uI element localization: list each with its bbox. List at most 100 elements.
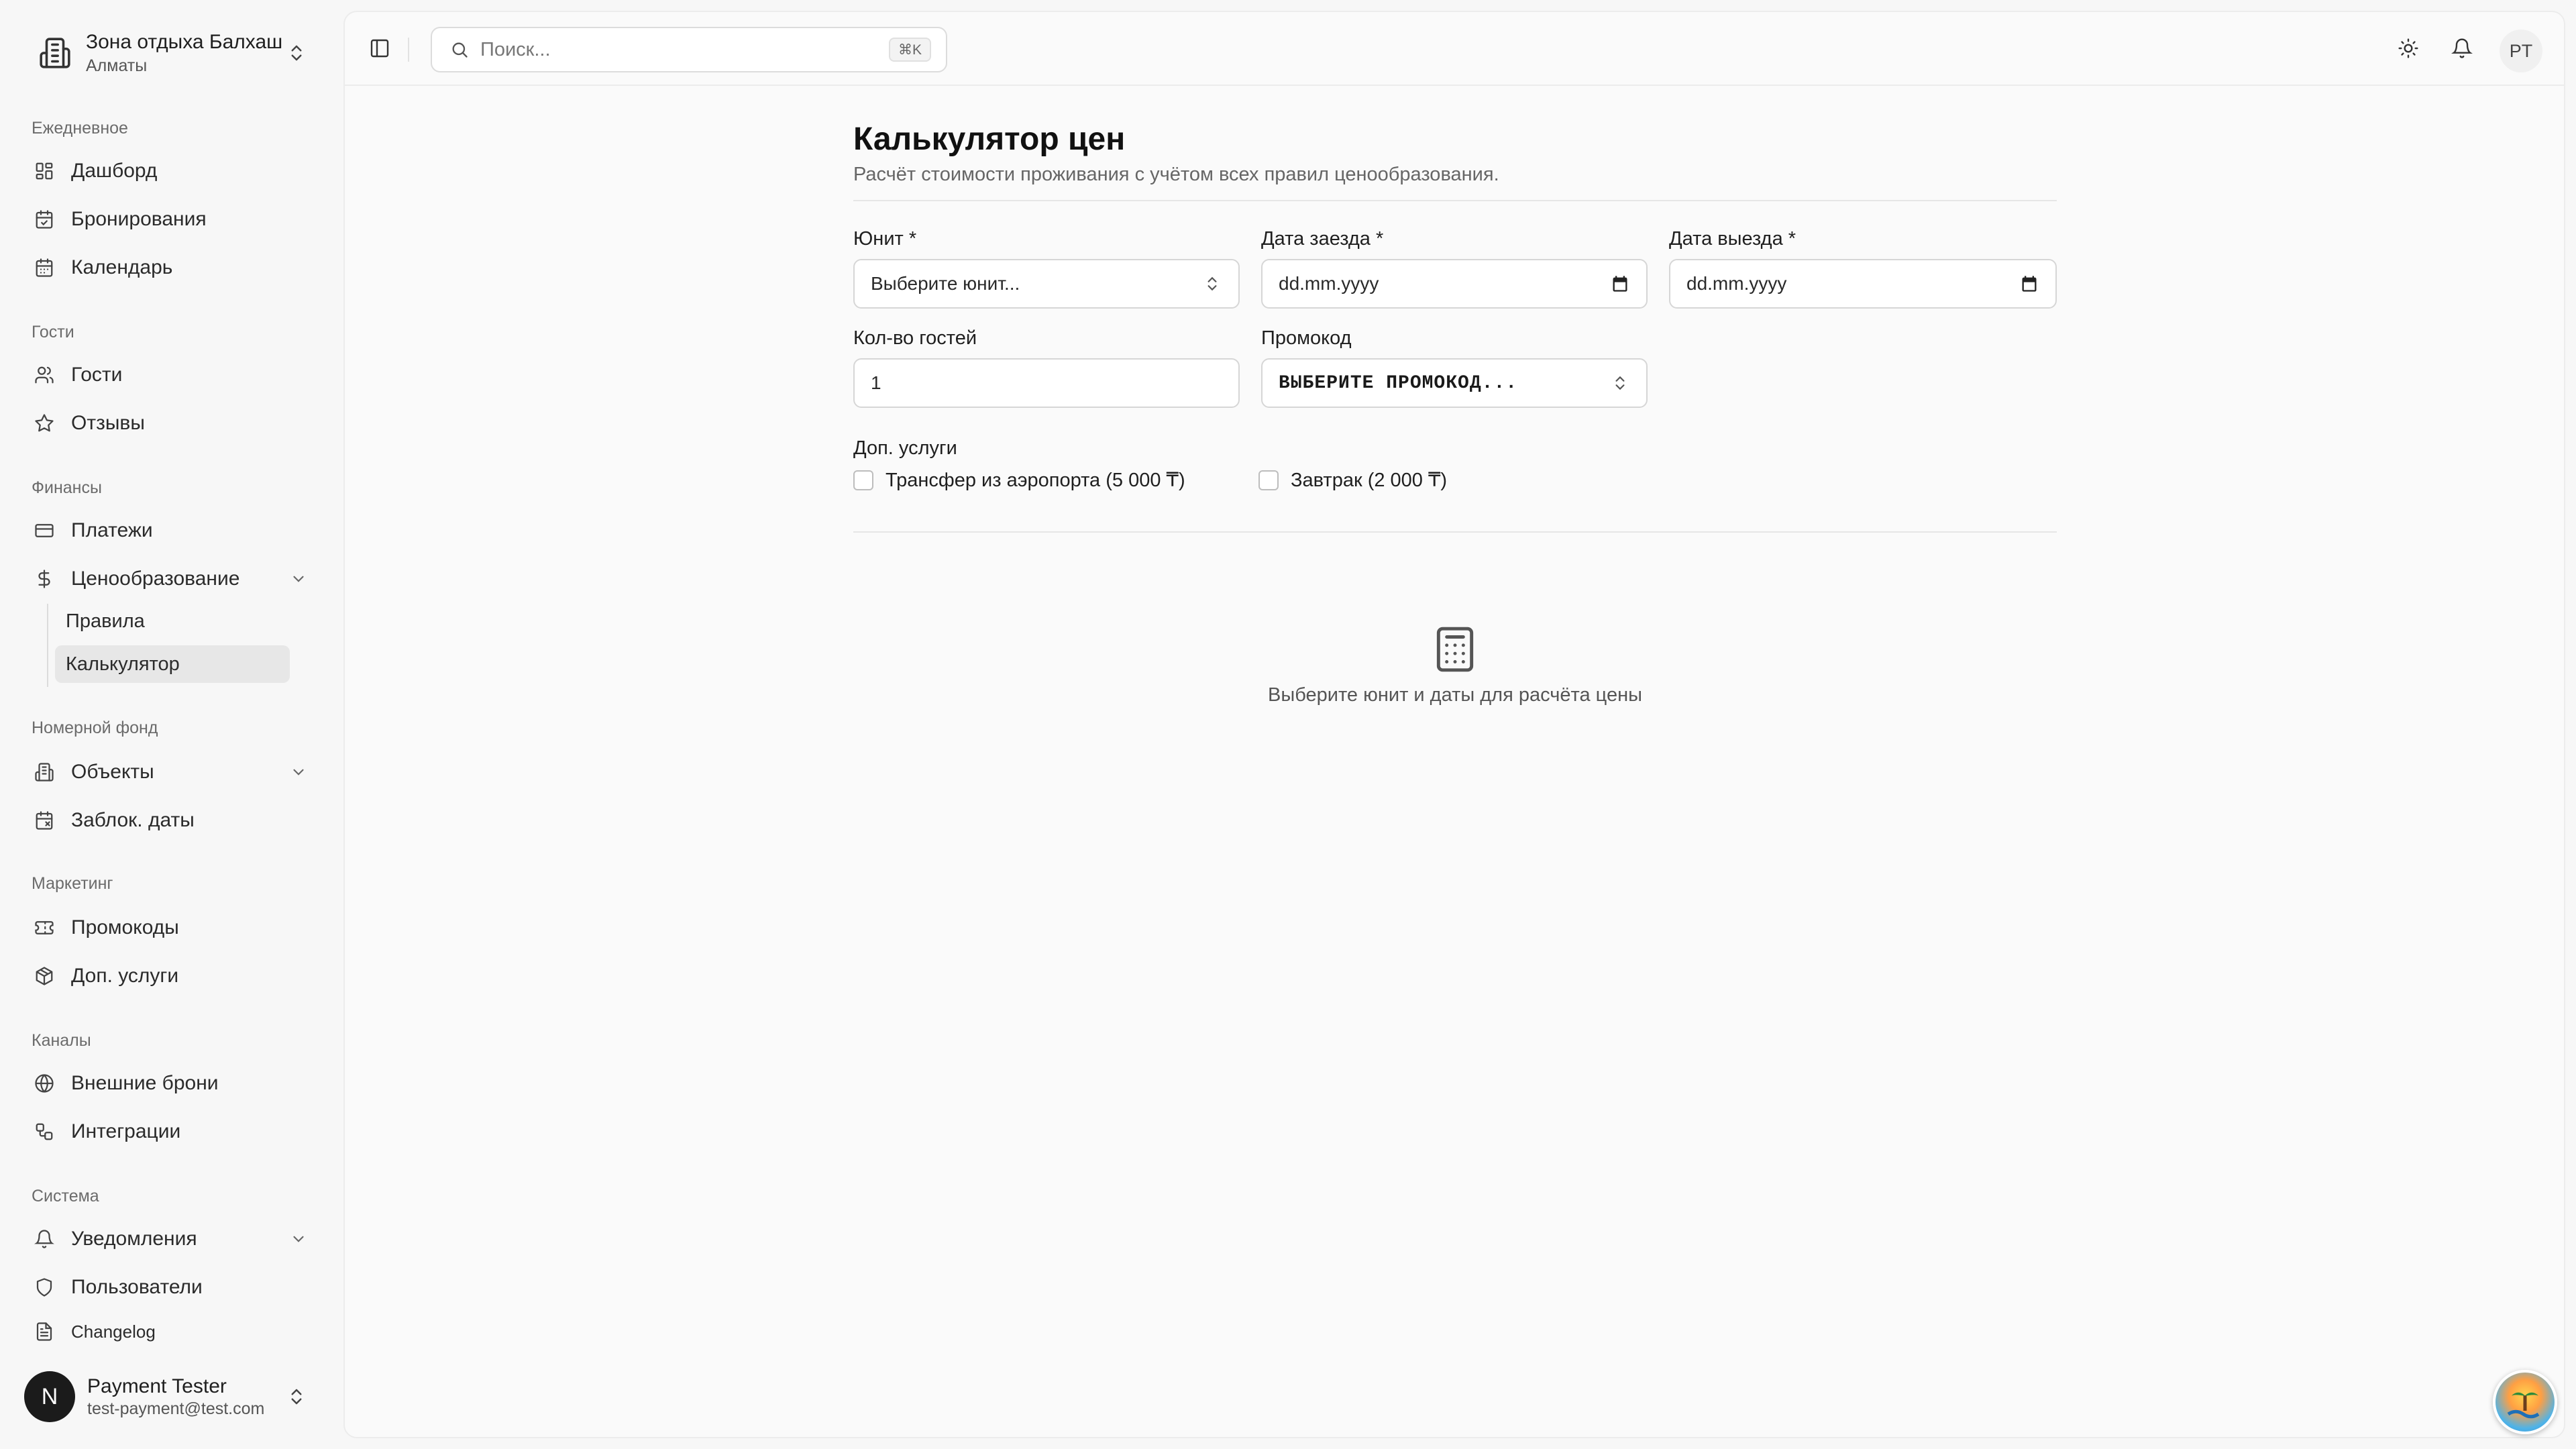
assistant-launcher-button[interactable] [2493,1370,2557,1434]
nav-item-promocodes[interactable]: Промокоды [24,907,319,949]
nav-item-label: Бронирования [71,208,207,230]
nav-section-finance: Финансы [32,478,102,497]
nav-item-changelog[interactable]: Changelog [24,1312,319,1351]
calendar-icon [32,256,56,280]
nav-item-reviews[interactable]: Отзывы [24,402,319,444]
nav-item-properties[interactable]: Объекты [24,751,319,793]
main-panel: ⌘K PT Калькулятор цен Расчёт стоимости п… [343,11,2565,1438]
org-switcher[interactable]: Зона отдыха Балхаш Алматы [24,24,319,82]
nav-section-rooms: Номерной фонд [32,718,158,737]
sun-icon [2398,38,2419,62]
page-description: Расчёт стоимости проживания с учётом все… [853,164,1499,185]
guests-count-input[interactable]: 1 [853,358,1240,408]
user-name: Payment Tester [87,1375,227,1397]
notifications-button[interactable] [2447,35,2477,64]
nav-section-system: Система [32,1187,99,1205]
page-title: Калькулятор цен [853,121,1126,157]
panel-left-icon [369,38,390,62]
nav-subitem-pricing-rules[interactable]: Правила [55,602,290,640]
calendar-icon[interactable] [1610,274,1630,294]
nav-item-blocked-dates[interactable]: Заблок. даты [24,800,319,841]
package-icon [32,964,56,988]
theme-toggle-button[interactable] [2394,35,2423,64]
topbar: ⌘K PT [345,12,2564,86]
nav-subitem-pricing-calculator[interactable]: Калькулятор [55,645,290,683]
extra-option-breakfast[interactable]: Завтрак (2 000 ₸) [1258,468,1447,492]
calendar-x-icon [32,808,56,833]
user-text: Payment Tester test-payment@test.com [87,1375,283,1419]
submenu-line [47,604,48,687]
extras-label: Доп. услуги [853,437,957,459]
chevron-down-icon [287,761,310,784]
checkin-date-value: dd.mm.yyyy [1279,273,1379,294]
search-shortcut-badge: ⌘K [888,38,931,62]
search-input[interactable] [480,38,889,61]
checkbox[interactable] [1258,470,1279,490]
topbar-divider [408,38,409,62]
divider [853,200,2057,201]
chevron-down-icon [287,1228,310,1250]
user-email: test-payment@test.com [87,1399,265,1418]
calendar-check-icon [32,207,56,231]
nav-item-external-bookings[interactable]: Внешние брони [24,1063,319,1104]
nav-item-label: Отзывы [71,412,145,434]
nav-item-extras[interactable]: Доп. услуги [24,955,319,997]
checkout-date-input[interactable]: dd.mm.yyyy [1669,259,2057,309]
unit-select[interactable]: Выберите юнит... [853,259,1240,309]
org-city: Алматы [86,56,148,75]
dashboard-icon [32,159,56,183]
org-text: Зона отдыха Балхаш Алматы [86,30,283,76]
empty-state: Выберите юнит и даты для расчёта цены [853,623,2057,706]
nav-item-label: Календарь [71,256,173,278]
nav-item-integrations[interactable]: Интеграции [24,1111,319,1152]
chevrons-up-down-icon [1610,373,1630,393]
nav-section-guests: Гости [32,323,74,341]
checkbox[interactable] [853,470,873,490]
checkin-date-input[interactable]: dd.mm.yyyy [1261,259,1648,309]
nav-section-channels: Каналы [32,1031,91,1050]
workflow-icon [32,1120,56,1144]
users-icon [32,363,56,387]
calendar-icon[interactable] [2019,274,2039,294]
sidebar: Зона отдыха Балхаш Алматы Ежедневное Даш… [0,0,343,1449]
nav-item-pricing[interactable]: Ценообразование [24,558,319,600]
nav-item-calendar[interactable]: Календарь [24,247,319,288]
nav-item-label: Дашборд [71,160,158,182]
nav-item-label: Доп. услуги [71,965,179,987]
checkout-date-value: dd.mm.yyyy [1686,273,1787,294]
unit-label: Юнит * [853,228,917,250]
divider [853,531,2057,533]
nav-item-guests[interactable]: Гости [24,354,319,396]
org-name: Зона отдыха Балхаш [86,31,283,53]
user-menu[interactable]: N Payment Tester test-payment@test.com [24,1368,319,1425]
unit-select-value: Выберите юнит... [871,273,1020,294]
checkout-label: Дата выезда * [1669,228,1796,250]
checkin-label: Дата заезда * [1261,228,1384,250]
nav-item-dashboard[interactable]: Дашборд [24,150,319,192]
sidebar-toggle-button[interactable] [366,36,393,63]
guests-label: Кол-во гостей [853,327,977,349]
credit-card-icon [32,519,56,543]
nav-item-users[interactable]: Пользователи [24,1267,319,1308]
nav-section-marketing: Маркетинг [32,874,113,893]
calculator-icon [1428,623,1482,676]
nav-item-label: Гости [71,364,123,386]
nav-item-label: Интеграции [71,1120,181,1142]
guests-count-value: 1 [871,372,881,393]
profile-avatar[interactable]: PT [2500,30,2542,72]
search-box[interactable]: ⌘K [431,27,947,72]
nav-item-label: Объекты [71,761,154,783]
promo-label: Промокод [1261,327,1352,349]
globe-icon [32,1071,56,1095]
promo-select[interactable]: ВЫБЕРИТЕ ПРОМОКОД... [1261,358,1648,408]
nav-item-payments[interactable]: Платежи [24,510,319,551]
nav-item-notifications[interactable]: Уведомления [24,1218,319,1260]
bell-icon [32,1227,56,1251]
nav-item-label: Changelog [71,1321,156,1342]
bell-icon [2451,38,2473,62]
extra-option-transfer[interactable]: Трансфер из аэропорта (5 000 ₸) [853,468,1185,492]
nav-item-bookings[interactable]: Бронирования [24,199,319,240]
chevrons-up-down-icon [283,40,310,66]
building-icon [32,760,56,784]
chevrons-up-down-icon [1202,274,1222,294]
